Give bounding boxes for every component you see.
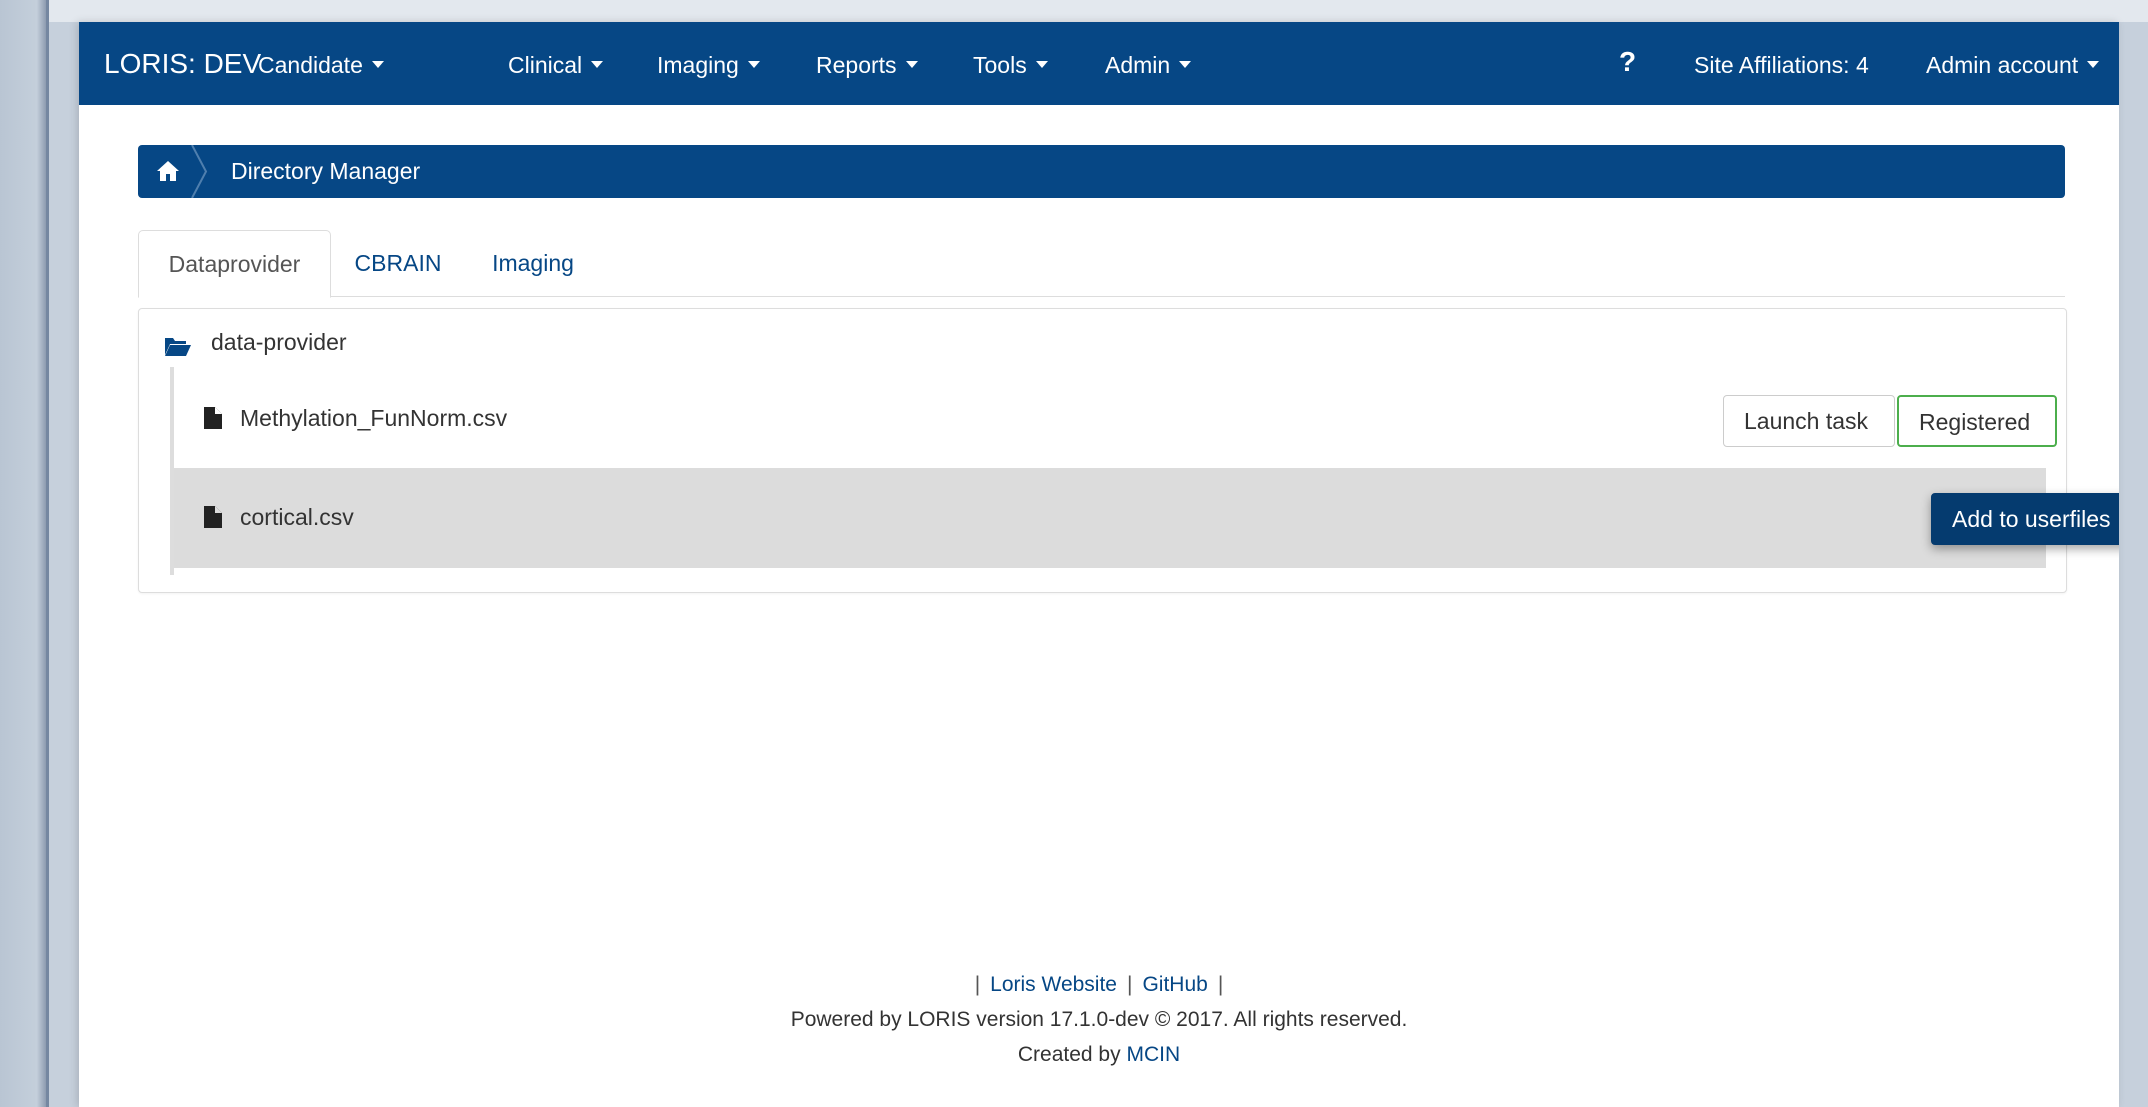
- help-icon[interactable]: ?: [1619, 22, 1636, 105]
- caret-down-icon: [747, 61, 760, 69]
- file-row: Methylation_FunNorm.csv Launch task Regi…: [174, 369, 2057, 469]
- mcin-link[interactable]: MCIN: [1126, 1043, 1180, 1066]
- github-link[interactable]: GitHub: [1142, 973, 1207, 996]
- tab-imaging[interactable]: Imaging: [478, 230, 588, 296]
- tab-dataprovider[interactable]: Dataprovider: [138, 230, 331, 298]
- top-navbar: LORIS: DEV Candidate Clinical Imaging Re…: [79, 22, 2119, 105]
- caret-down-icon: [591, 61, 604, 69]
- file-icon: [204, 407, 222, 429]
- brand-link[interactable]: LORIS: DEV: [104, 22, 261, 105]
- home-icon[interactable]: [156, 160, 180, 182]
- breadcrumb: Directory Manager: [138, 145, 2065, 198]
- footer-links: | Loris Website | GitHub |: [79, 967, 2119, 1002]
- file-name: cortical.csv: [240, 504, 354, 530]
- footer-separator: |: [1127, 973, 1133, 996]
- menu-imaging-label: Imaging: [657, 52, 739, 78]
- footer-separator: |: [1217, 973, 1224, 996]
- menu-reports-label: Reports: [816, 52, 897, 78]
- site-affiliations[interactable]: Site Affiliations: 4: [1694, 22, 1869, 105]
- created-by-prefix: Created by: [1017, 1043, 1121, 1066]
- menu-admin[interactable]: Admin: [1105, 22, 1192, 105]
- caret-down-icon: [1035, 61, 1048, 69]
- account-label: Admin account: [1926, 52, 2079, 78]
- breadcrumb-separator: [191, 145, 208, 198]
- tab-bar: Dataprovider CBRAIN Imaging: [138, 230, 2065, 298]
- menu-candidate[interactable]: Candidate: [258, 22, 384, 105]
- footer-separator: |: [974, 973, 981, 996]
- add-to-userfiles-button[interactable]: Add to userfiles: [1931, 493, 2119, 545]
- file-row-highlighted: cortical.csv Add to userfiles: [174, 468, 2119, 568]
- loris-website-link[interactable]: Loris Website: [990, 973, 1117, 996]
- menu-tools-label: Tools: [973, 52, 1027, 78]
- menu-clinical-label: Clinical: [508, 52, 583, 78]
- menu-candidate-label: Candidate: [258, 52, 363, 78]
- folder-label[interactable]: data-provider: [211, 329, 347, 356]
- launch-task-button[interactable]: Launch task: [1723, 395, 1895, 447]
- file-icon: [204, 506, 222, 528]
- file-name: Methylation_FunNorm.csv: [240, 405, 508, 431]
- caret-down-icon: [2087, 61, 2100, 69]
- breadcrumb-current: Directory Manager: [231, 158, 421, 184]
- caret-down-icon: [905, 61, 918, 69]
- created-by-line: Created by MCIN: [79, 1037, 2119, 1072]
- tab-cbrain[interactable]: CBRAIN: [343, 230, 453, 296]
- powered-by-text: Powered by LORIS version 17.1.0-dev © 20…: [790, 1008, 1408, 1031]
- registered-button[interactable]: Registered: [1897, 395, 2057, 447]
- folder-open-icon[interactable]: [164, 335, 192, 357]
- menu-reports[interactable]: Reports: [816, 22, 918, 105]
- desktop-top-strip: [49, 0, 2148, 22]
- menu-admin-label: Admin: [1105, 52, 1171, 78]
- caret-down-icon: [371, 61, 384, 69]
- browser-window: LORIS: DEV Candidate Clinical Imaging Re…: [79, 22, 2119, 1107]
- account-menu[interactable]: Admin account: [1926, 22, 2100, 105]
- menu-tools[interactable]: Tools: [973, 22, 1048, 105]
- menu-clinical[interactable]: Clinical: [508, 22, 604, 105]
- desktop-left-strip: [0, 0, 49, 1107]
- caret-down-icon: [1179, 61, 1192, 69]
- menu-imaging[interactable]: Imaging: [657, 22, 760, 105]
- directory-tree-panel: data-provider Methylation_FunNorm.csv La…: [138, 308, 2119, 593]
- page-footer: | Loris Website | GitHub | Powered by LORIS …: [79, 967, 2119, 1072]
